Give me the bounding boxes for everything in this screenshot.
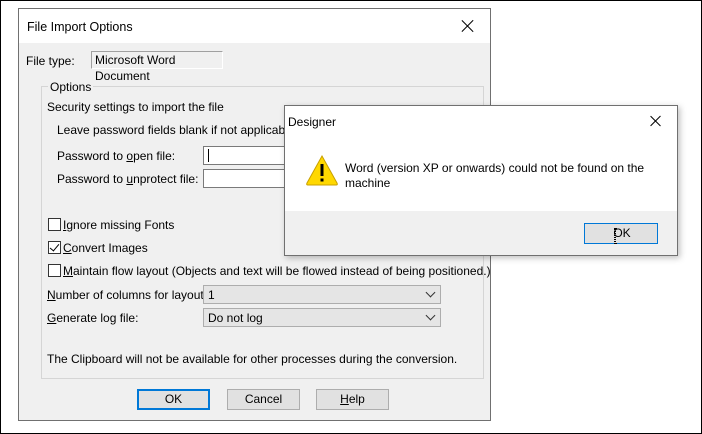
error-ok-label: OK — [613, 226, 631, 240]
designer-error-dialog: Designer Word (version XP or onwards) co… — [284, 105, 678, 256]
error-dialog-title: Designer — [288, 115, 337, 129]
maintain-flow-label[interactable]: Maintain flow layout (Objects and text w… — [63, 264, 491, 278]
security-heading: Security settings to import the file — [47, 100, 224, 114]
clipboard-note: The Clipboard will not be available for … — [47, 352, 458, 366]
chevron-down-icon — [425, 287, 436, 298]
text-caret — [208, 149, 209, 162]
columns-label: Number of columns for layout: — [47, 288, 208, 302]
password-unprotect-label: Password to unprotect file: — [57, 172, 199, 186]
file-type-label: File type: — [26, 54, 75, 68]
columns-value: 1 — [208, 288, 215, 302]
checkmark-icon — [49, 241, 60, 252]
chevron-down-icon — [425, 310, 436, 321]
title-bar: File Import Options — [19, 9, 490, 43]
close-icon[interactable] — [649, 114, 663, 128]
ignore-fonts-checkbox[interactable] — [48, 218, 61, 231]
maintain-flow-checkbox[interactable] — [48, 264, 61, 277]
dialog-title: File Import Options — [27, 20, 133, 34]
error-message: Word (version XP or onwards) could not b… — [345, 161, 645, 190]
options-group-label: Options — [48, 80, 94, 94]
ignore-fonts-label[interactable]: Ignore missing Fonts — [63, 218, 174, 232]
warning-icon — [306, 154, 338, 186]
help-button[interactable]: Help — [316, 389, 389, 410]
log-file-label: Generate log file: — [47, 311, 139, 325]
close-icon[interactable] — [460, 18, 476, 34]
log-file-dropdown[interactable]: Do not log — [203, 308, 441, 327]
convert-images-label[interactable]: Convert Images — [63, 241, 148, 255]
ok-button[interactable]: OK — [137, 389, 210, 410]
password-open-label: Password to open file: — [57, 149, 176, 163]
password-hint: Leave password fields blank if not appli… — [57, 123, 298, 137]
file-type-value: Microsoft Word Document — [91, 51, 223, 83]
error-body: Designer Word (version XP or onwards) co… — [285, 106, 677, 211]
cancel-button[interactable]: Cancel — [227, 389, 300, 410]
log-file-value: Do not log — [208, 311, 263, 325]
error-ok-button[interactable]: OK — [584, 223, 658, 244]
columns-dropdown[interactable]: 1 — [203, 285, 441, 304]
convert-images-checkbox[interactable] — [48, 241, 61, 254]
